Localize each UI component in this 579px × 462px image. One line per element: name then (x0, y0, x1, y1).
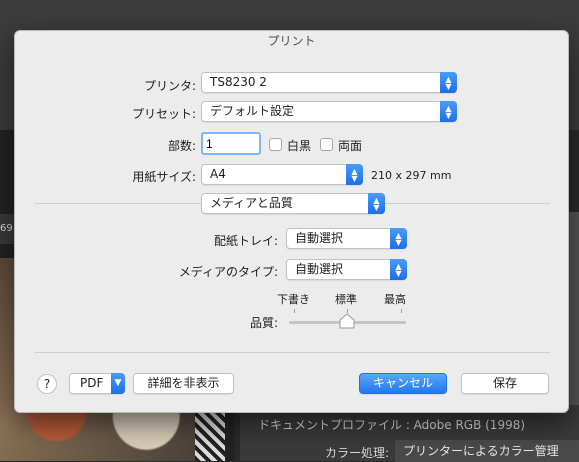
preset-value: デフォルト設定 (210, 104, 295, 118)
color-handling-label: カラー処理: (325, 446, 390, 460)
chevron-down-icon: ▼ (111, 373, 125, 394)
paper-dimensions: 210 x 297 mm (371, 169, 452, 182)
media-type-select[interactable]: 自動選択 ▲ ▼ (286, 259, 407, 280)
chevron-updown-icon: ▲ ▼ (346, 164, 363, 185)
help-button[interactable]: ? (37, 374, 57, 394)
section-select[interactable]: メディアと品質 ▲ ▼ (201, 193, 385, 214)
pdf-button[interactable]: PDF ▼ (69, 373, 125, 394)
copies-input[interactable] (201, 132, 261, 155)
chevron-updown-icon: ▲ ▼ (368, 193, 385, 214)
quality-tick-mark (294, 309, 295, 313)
quality-tick-best: 最高 (384, 293, 406, 306)
preset-label: プリセット: (131, 107, 196, 121)
printer-value: TS8230 2 (210, 75, 267, 89)
quality-label: 品質: (249, 316, 278, 330)
dialog-title: プリント (267, 34, 316, 48)
quality-slider-thumb[interactable] (339, 313, 355, 329)
paper-tray-label: 配紙トレイ: (213, 234, 278, 248)
chevron-updown-icon: ▲ ▼ (440, 72, 457, 93)
bottom-divider (35, 352, 550, 353)
paper-tray-value: 自動選択 (295, 231, 344, 245)
save-button[interactable]: 保存 (461, 373, 549, 394)
printer-label: プリンタ: (143, 79, 196, 93)
hide-details-button[interactable]: 詳細を非表示 (133, 373, 234, 394)
print-dialog: プリント プリンタ: TS8230 2 ▲ ▼ プリセット: デフォルト設定 ▲ ▼… (14, 30, 569, 413)
printer-select[interactable]: TS8230 2 ▲ ▼ (201, 72, 457, 93)
black-white-checkbox[interactable] (269, 138, 282, 151)
chevron-updown-icon: ▲ ▼ (390, 228, 407, 249)
chevron-updown-icon: ▲ ▼ (390, 259, 407, 280)
section-value: メディアと品質 (210, 196, 293, 210)
cancel-button[interactable]: キャンセル (359, 373, 447, 394)
quality-tick-draft: 下書き (277, 293, 310, 306)
document-profile-text: ドキュメントプロファイル : Adobe RGB (1998) (258, 418, 526, 432)
media-type-label: メディアのタイプ: (178, 265, 278, 279)
media-type-value: 自動選択 (295, 262, 344, 276)
paper-size-select[interactable]: A4 ▲ ▼ (201, 164, 363, 185)
chevron-updown-icon: ▲ ▼ (440, 101, 457, 122)
paper-tray-select[interactable]: 自動選択 ▲ ▼ (286, 228, 407, 249)
paper-size-label: 用紙サイズ: (132, 170, 196, 184)
black-white-label: 白黒 (287, 139, 312, 153)
paper-size-value: A4 (210, 167, 226, 181)
preset-select[interactable]: デフォルト設定 ▲ ▼ (201, 101, 457, 122)
pdf-label: PDF (80, 376, 104, 390)
duplex-label: 両面 (338, 139, 363, 153)
duplex-checkbox[interactable] (320, 138, 333, 151)
color-handling-select[interactable]: プリンターによるカラー管理 (395, 440, 579, 462)
copies-label: 部数: (167, 139, 196, 153)
background-right-strip (569, 212, 579, 412)
quality-tick-mark (401, 309, 402, 313)
quality-tick-standard: 標準 (335, 293, 357, 306)
